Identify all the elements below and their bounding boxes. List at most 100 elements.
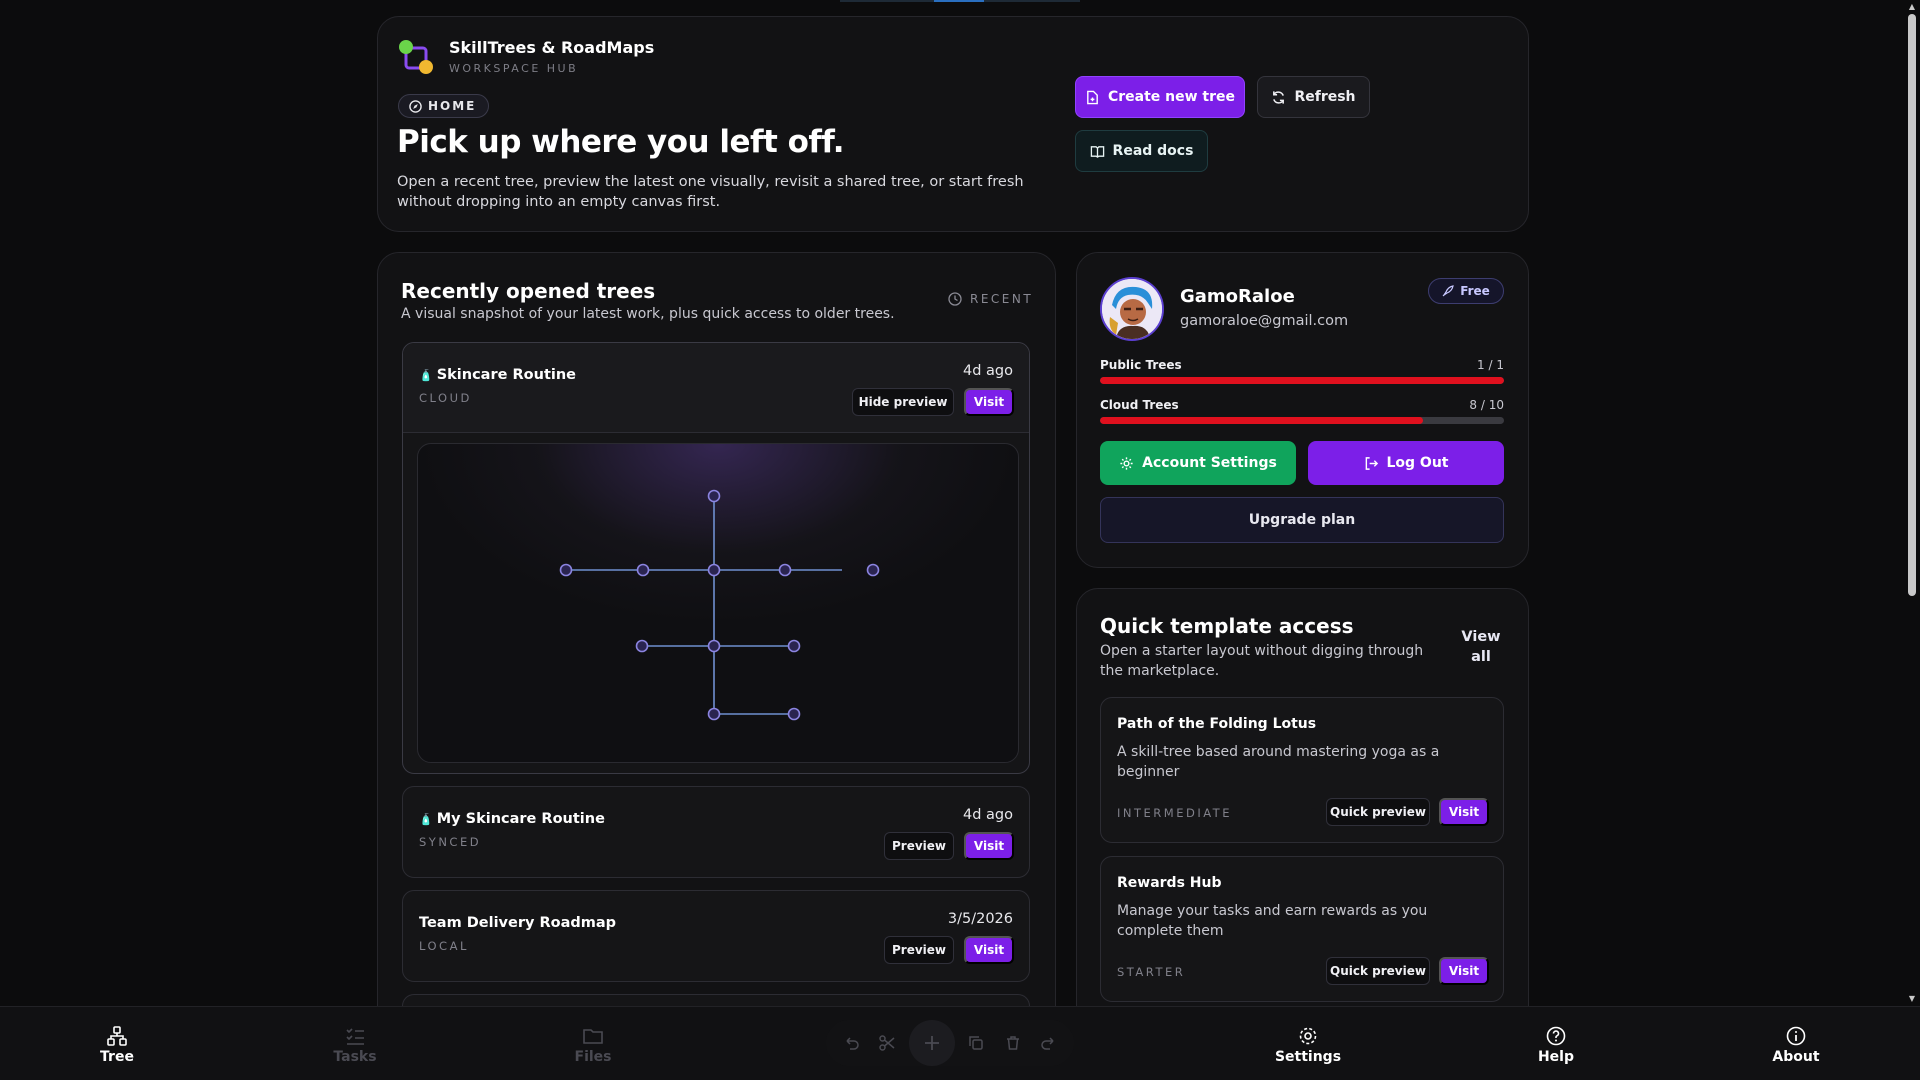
public-trees-label: Public Trees [1100, 358, 1182, 372]
tree-preview-canvas[interactable] [417, 443, 1019, 763]
page-description: Open a recent tree, preview the latest o… [397, 174, 1024, 210]
avatar[interactable] [1100, 277, 1164, 341]
nav-files[interactable]: Files [553, 1025, 633, 1065]
tree-name-text: Team Delivery Roadmap [419, 915, 617, 931]
scrollbar-thumb[interactable] [1908, 14, 1916, 596]
recent-tree-item-partial [402, 994, 1030, 1006]
tree-storage-label: CLOUD [419, 391, 472, 405]
profile-name: GamoRaloe [1180, 286, 1295, 307]
nav-files-label: Files [574, 1049, 612, 1065]
create-new-tree-label: Create new tree [1107, 89, 1236, 105]
tree-storage-label: LOCAL [419, 939, 469, 953]
tree-node [778, 563, 792, 577]
tasks-icon [346, 1028, 364, 1045]
plan-label: Free [1460, 284, 1490, 298]
visit-button[interactable]: Visit [964, 388, 1014, 416]
cloud-trees-bar-fill [1100, 417, 1424, 424]
nav-tasks[interactable]: Tasks [315, 1025, 395, 1065]
nav-tree-label: Tree [100, 1049, 134, 1065]
scissors-icon[interactable] [872, 1028, 902, 1058]
plan-badge[interactable]: Free [1428, 278, 1504, 304]
compass-icon [409, 99, 422, 113]
recent-tree-item[interactable]: 🧴 Skincare Routine CLOUD 4d ago Hide prev… [402, 342, 1030, 774]
templates-title: Quick template access [1100, 614, 1354, 638]
tree-node [707, 563, 721, 577]
tree-name: 🧴 Skincare Routine [419, 367, 576, 383]
log-out-label: Log Out [1386, 455, 1449, 471]
scroll-up-icon[interactable]: ▲ [1904, 0, 1920, 14]
visit-button[interactable]: Visit [964, 832, 1014, 860]
recent-tree-item[interactable]: 🧴 My Skincare Routine SYNCED 4d ago Previ… [402, 786, 1030, 878]
account-settings-button[interactable]: Account Settings [1100, 441, 1296, 485]
tree-name: Team Delivery Roadmap [419, 915, 616, 931]
quick-preview-button[interactable]: Quick preview [1326, 957, 1430, 985]
cloud-trees-count: 8 / 10 [1469, 398, 1504, 412]
public-trees-count: 1 / 1 [1477, 358, 1504, 372]
create-new-tree-button[interactable]: Create new tree [1075, 76, 1245, 118]
gear-icon [1299, 1027, 1317, 1045]
clock-icon [948, 292, 962, 306]
add-icon[interactable] [908, 1020, 955, 1066]
preview-button[interactable]: Preview [884, 832, 954, 860]
tree-node [559, 563, 573, 577]
template-level: INTERMEDIATE [1117, 806, 1232, 820]
template-item[interactable]: Path of the Folding Lotus A skill-tree b… [1100, 697, 1504, 843]
tree-last-opened: 3/5/2026 [947, 911, 1013, 927]
preview-button[interactable]: Preview [884, 936, 954, 964]
home-label: HOME [428, 99, 477, 113]
gear-icon [1120, 456, 1133, 470]
recent-trees-subtitle: A visual snapshot of your latest work, p… [401, 306, 895, 322]
log-out-button[interactable]: Log Out [1308, 441, 1504, 485]
breadcrumb-home[interactable]: HOME [398, 94, 490, 118]
recent-tag: RECENT [948, 292, 1033, 306]
book-icon [1090, 145, 1104, 158]
canvas-toolbar [826, 1020, 1074, 1066]
tree-name: 🧴 My Skincare Routine [419, 811, 605, 827]
templates-subtitle: Open a starter layout without digging th… [1100, 643, 1424, 679]
template-description: Manage your tasks and earn rewards as yo… [1117, 903, 1428, 939]
tree-last-opened: 4d ago [963, 363, 1013, 379]
redo-icon[interactable] [1034, 1028, 1064, 1058]
nav-about-label: About [1772, 1049, 1820, 1065]
template-description: A skill-tree based around mastering yoga… [1117, 744, 1440, 780]
nav-tree[interactable]: Tree [77, 1025, 157, 1065]
copy-icon[interactable] [961, 1028, 991, 1058]
scroll-down-icon[interactable]: ▼ [1904, 992, 1920, 1006]
template-name: Path of the Folding Lotus [1117, 716, 1317, 732]
folder-icon [583, 1029, 603, 1044]
tree-preview-graph [559, 489, 880, 721]
recent-tree-item[interactable]: Team Delivery Roadmap LOCAL 3/5/2026 Pre… [402, 890, 1030, 982]
read-docs-label: Read docs [1112, 143, 1194, 159]
hide-preview-button[interactable]: Hide preview [852, 388, 954, 416]
upgrade-plan-label: Upgrade plan [1248, 512, 1356, 528]
brand-title: SkillTrees & RoadMaps [449, 38, 655, 57]
nav-help[interactable]: Help [1516, 1025, 1596, 1065]
tree-node [707, 639, 721, 653]
recent-tag-label: RECENT [970, 292, 1034, 306]
visit-button[interactable]: Visit [1439, 957, 1489, 985]
nav-settings[interactable]: Settings [1268, 1025, 1348, 1065]
visit-button[interactable]: Visit [1439, 798, 1489, 826]
undo-icon[interactable] [836, 1028, 866, 1058]
read-docs-button[interactable]: Read docs [1075, 130, 1208, 172]
template-item[interactable]: Rewards Hub Manage your tasks and earn r… [1100, 856, 1504, 1002]
quick-preview-button[interactable]: Quick preview [1326, 798, 1430, 826]
visit-button[interactable]: Visit [964, 936, 1014, 964]
upgrade-plan-button[interactable]: Upgrade plan [1100, 497, 1504, 543]
tree-name-text: My Skincare Routine [436, 811, 605, 827]
trash-icon[interactable] [998, 1028, 1028, 1058]
refresh-button[interactable]: Refresh [1257, 76, 1370, 118]
lotion-icon: 🧴 [419, 812, 433, 826]
nav-about[interactable]: About [1756, 1025, 1836, 1065]
refresh-icon [1273, 90, 1285, 104]
tree-node [707, 489, 721, 503]
page-scrollbar[interactable]: ▲ ▼ [1904, 0, 1920, 1006]
cloud-trees-bar [1100, 417, 1504, 424]
public-trees-bar-fill [1100, 377, 1504, 384]
public-trees-bar [1100, 377, 1504, 384]
logout-icon [1365, 456, 1378, 470]
template-name: Rewards Hub [1117, 875, 1222, 891]
rocket-icon [1442, 285, 1454, 297]
view-all-link[interactable]: View all [1452, 627, 1510, 667]
tree-node [787, 639, 801, 653]
